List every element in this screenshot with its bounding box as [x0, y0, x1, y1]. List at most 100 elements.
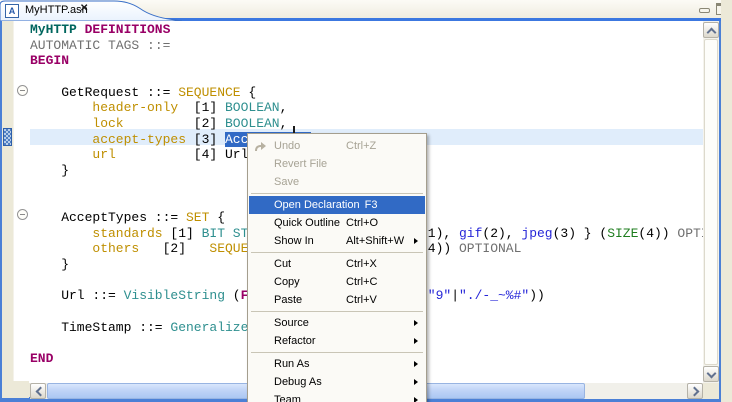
- menu-item-revert-file[interactable]: Revert File: [248, 155, 426, 173]
- menu-item-label: Open Declaration: [274, 199, 360, 211]
- editor-window: A MyHTTP.asn ✕ MyHTTPDEFINITIONSAUTOMATI…: [0, 0, 732, 402]
- code-token: "9": [428, 288, 451, 304]
- menu-item-label: Run As: [274, 358, 309, 370]
- menu-item-label: Cut: [274, 258, 291, 270]
- menu-separator: [251, 193, 423, 194]
- menu-item-label: Show In: [274, 235, 314, 247]
- menu-item-team[interactable]: Team: [248, 391, 426, 402]
- menu-item-label: Refactor: [274, 335, 316, 347]
- scroll-left-button[interactable]: [30, 383, 46, 399]
- menu-item-cut[interactable]: CutCtrl+X: [248, 255, 426, 273]
- submenu-arrow-icon: [414, 338, 418, 344]
- code-line: AUTOMATIC TAGS ::=: [30, 38, 703, 54]
- code-token: AUTOMATIC TAGS ::=: [30, 38, 170, 54]
- code-token: |: [451, 288, 459, 304]
- code-token: jpeg: [521, 226, 552, 242]
- code-token: 4)): [428, 241, 451, 257]
- code-token: (3) } (: [553, 226, 608, 242]
- scroll-up-button[interactable]: [703, 22, 719, 38]
- code-token: BEGIN: [30, 53, 69, 69]
- menu-item-paste[interactable]: PasteCtrl+V: [248, 291, 426, 309]
- code-token: {: [217, 210, 225, 226]
- menu-item-label: Copy: [274, 276, 300, 288]
- menu-item-show-in[interactable]: Show In Alt+Shift+W: [248, 232, 426, 250]
- code-token: SET: [186, 210, 209, 226]
- scrollbar-corner: [703, 383, 719, 399]
- chevron-down-icon: [707, 369, 717, 379]
- ruler-corner: [2, 381, 29, 398]
- code-line: BEGIN: [30, 53, 703, 69]
- code-token: VisibleString: [124, 288, 225, 304]
- code-token: header-only: [92, 100, 178, 116]
- code-token: BOOLEAN: [225, 100, 280, 116]
- menu-item-shortcut: Alt+Shift+W: [346, 232, 404, 250]
- menu-item-open-declaration[interactable]: Open Declaration F3: [249, 196, 425, 214]
- menu-item-refactor[interactable]: Refactor: [248, 332, 426, 350]
- chevron-right-icon: [690, 387, 700, 397]
- code-token: MyHTTP: [30, 22, 77, 38]
- code-token: TimeStamp ::=: [61, 320, 162, 336]
- scroll-down-button[interactable]: [703, 366, 719, 382]
- menu-item-label: Source: [274, 317, 309, 329]
- code-token: url: [92, 147, 115, 163]
- marker-bar[interactable]: [2, 21, 14, 381]
- menu-item-copy[interactable]: Copy Ctrl+C: [248, 273, 426, 291]
- code-token: gif: [459, 226, 482, 242]
- menu-item-run-as[interactable]: Run As: [248, 355, 426, 373]
- code-line: header-only[1]BOOLEAN,: [30, 100, 703, 116]
- menu-item-label: Quick Outline: [274, 217, 340, 229]
- undo-icon: [253, 140, 269, 153]
- menu-item-quick-outline[interactable]: Quick OutlineCtrl+O: [248, 214, 426, 232]
- submenu-arrow-icon: [414, 397, 418, 402]
- code-token: AcceptTypes ::=: [61, 210, 178, 226]
- code-token: OPTIONAL: [677, 226, 703, 242]
- submenu-arrow-icon: [414, 238, 418, 244]
- menu-item-debug-as[interactable]: Debug As: [248, 373, 426, 391]
- menu-separator: [251, 252, 423, 253]
- scroll-right-button[interactable]: [687, 383, 703, 399]
- code-token: )): [529, 288, 545, 304]
- code-token: GetRequest ::=: [61, 85, 170, 101]
- code-token: (: [233, 288, 241, 304]
- code-token: DEFINITIONS: [85, 22, 171, 38]
- menu-item-label: Team: [274, 394, 301, 402]
- fold-collapse-icon[interactable]: [17, 209, 28, 220]
- menu-item-label: Paste: [274, 294, 302, 306]
- code-token: standards: [92, 226, 162, 242]
- code-token: BOOLEAN: [225, 116, 280, 132]
- code-token: ,: [280, 100, 288, 116]
- code-line: MyHTTP DEFINITIONS: [30, 22, 703, 38]
- menu-item-label: Debug As: [274, 376, 322, 388]
- menu-item-shortcut: Ctrl+C: [346, 273, 377, 291]
- code-token: ,: [280, 116, 288, 132]
- menu-item-shortcut: Ctrl+Z: [346, 137, 376, 155]
- code-token: [2]: [163, 241, 186, 257]
- menu-item-save[interactable]: Save: [248, 173, 426, 191]
- code-token: OPTIONAL: [459, 241, 521, 257]
- menu-item-label: Save: [274, 176, 299, 188]
- chevron-up-icon: [707, 28, 717, 38]
- chevron-left-icon: [36, 387, 46, 397]
- menu-separator: [251, 311, 423, 312]
- vertical-scrollbar[interactable]: [703, 21, 719, 383]
- code-token: accept-types: [92, 132, 186, 148]
- code-token: {: [248, 85, 256, 101]
- menu-item-shortcut: F3: [365, 199, 378, 211]
- submenu-arrow-icon: [414, 320, 418, 326]
- code-token: [1]: [170, 226, 193, 242]
- code-token: (2),: [482, 226, 513, 242]
- menu-item-undo[interactable]: UndoCtrl+Z: [248, 137, 426, 155]
- text-caret: [293, 126, 295, 133]
- occurrence-marker: [3, 128, 12, 146]
- fold-collapse-icon[interactable]: [17, 85, 28, 96]
- code-token: SIZE: [607, 226, 638, 242]
- code-token: others: [92, 241, 139, 257]
- code-token: 1),: [428, 226, 451, 242]
- code-token: Url: [225, 147, 248, 163]
- vertical-scrollbar-thumb[interactable]: [704, 39, 718, 365]
- submenu-arrow-icon: [414, 361, 418, 367]
- code-token: Url ::=: [61, 288, 116, 304]
- submenu-arrow-icon: [414, 379, 418, 385]
- menu-item-source[interactable]: Source: [248, 314, 426, 332]
- asn-file-icon: A: [5, 4, 19, 18]
